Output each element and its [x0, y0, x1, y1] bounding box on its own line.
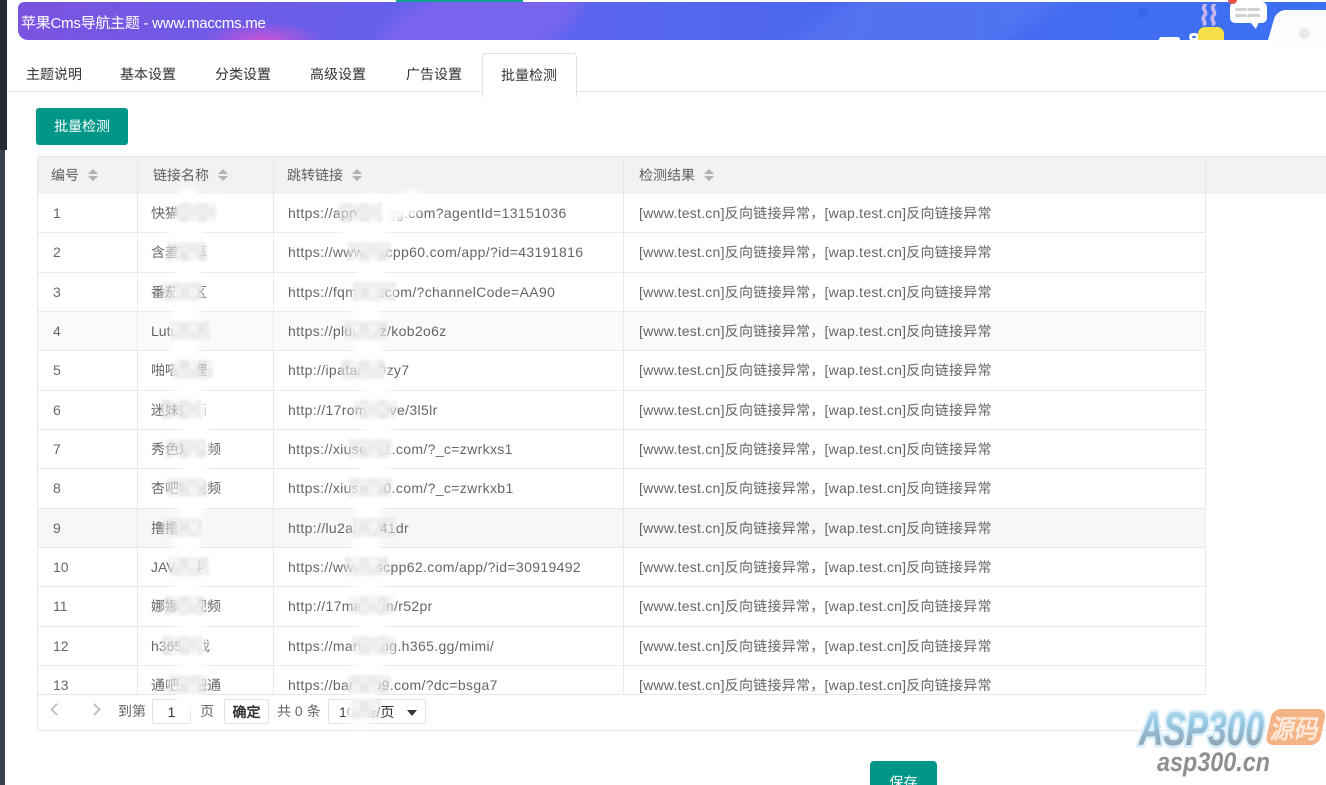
svg-text:源码: 源码 [1268, 714, 1322, 744]
svg-text:asp300.cn: asp300.cn [1157, 747, 1270, 777]
